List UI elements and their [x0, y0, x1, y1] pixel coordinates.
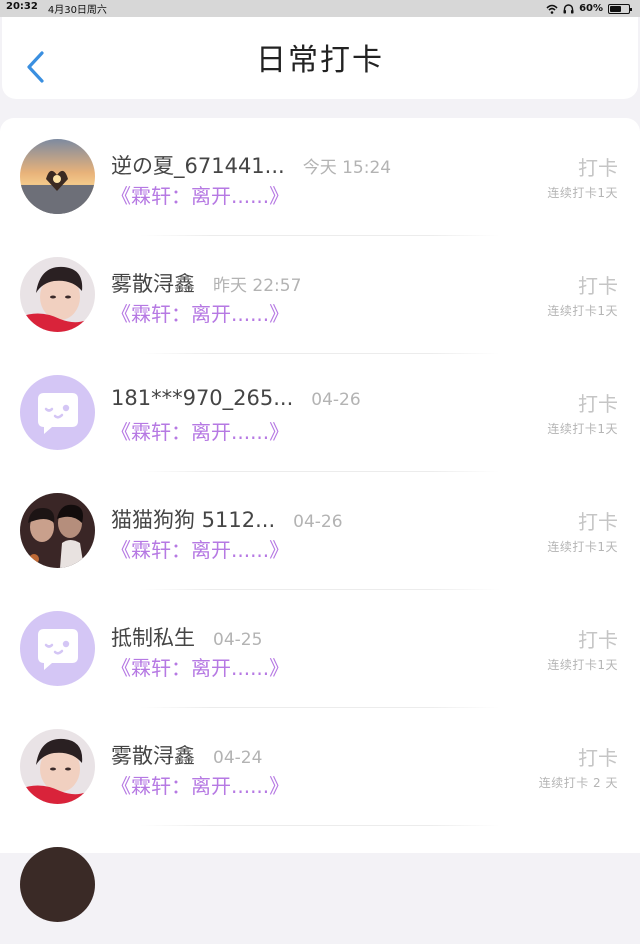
- chat-bubble-icon: [38, 629, 78, 670]
- couple-movie-photo-icon: [20, 493, 95, 568]
- streak-text: 连续打卡1天: [547, 186, 618, 200]
- checkin-button[interactable]: 打卡: [578, 152, 618, 181]
- battery-icon: [608, 3, 632, 14]
- checkin-row[interactable]: 雾散浔鑫 昨天 22:57 《霖轩：离开......》 打卡 连续打卡1天: [0, 236, 640, 354]
- header: 日常打卡: [2, 17, 638, 99]
- checkin-button[interactable]: 打卡: [578, 506, 618, 535]
- user-name[interactable]: 雾散浔鑫: [111, 740, 195, 770]
- post-time: 04-26: [311, 390, 361, 410]
- work-title[interactable]: 《霖轩：离开......》: [111, 652, 289, 681]
- avatar[interactable]: [20, 139, 95, 214]
- post-time: 04-26: [293, 512, 343, 532]
- checkin-list: 逆の夏_671441... 今天 15:24 《霖轩：离开......》 打卡 …: [0, 118, 640, 922]
- avatar[interactable]: [20, 493, 95, 568]
- headphones-icon: [563, 3, 574, 13]
- user-name[interactable]: 猫猫狗狗 5112...: [111, 504, 275, 534]
- checkin-row[interactable]: 猫猫狗狗 5112... 04-26 《霖轩：离开......》 打卡 连续打卡…: [0, 472, 640, 590]
- avatar[interactable]: [20, 611, 95, 686]
- post-time: 昨天 22:57: [213, 276, 302, 296]
- sunset-heart-photo-icon: [20, 139, 95, 214]
- chat-bubble-icon: [38, 393, 78, 434]
- battery-percent: 60%: [579, 3, 603, 14]
- avatar[interactable]: [20, 375, 95, 450]
- name-line: 雾散浔鑫 昨天 22:57: [111, 268, 301, 298]
- battery-fill: [610, 5, 621, 12]
- status-time: 20:32: [6, 1, 38, 12]
- wifi-icon: [546, 4, 558, 14]
- work-title[interactable]: 《霖轩：离开......》: [111, 770, 289, 799]
- avatar[interactable]: [20, 257, 95, 332]
- post-time: 04-24: [213, 748, 263, 768]
- streak-text: 连续打卡1天: [547, 422, 618, 436]
- name-line: 逆の夏_671441... 今天 15:24: [111, 150, 391, 180]
- post-time: 04-25: [213, 630, 263, 650]
- status-left: 20:32 4月30日周六: [6, 1, 107, 16]
- checkin-row[interactable]: 抵制私生 04-25 《霖轩：离开......》 打卡 连续打卡1天: [0, 590, 640, 708]
- avatar[interactable]: [20, 729, 95, 804]
- work-title[interactable]: 《霖轩：离开......》: [111, 180, 289, 209]
- work-title[interactable]: 《霖轩：离开......》: [111, 298, 289, 327]
- checkin-button[interactable]: 打卡: [578, 624, 618, 653]
- checkin-row-partial: [0, 826, 640, 944]
- avatar: [20, 847, 95, 922]
- work-title[interactable]: 《霖轩：离开......》: [111, 416, 289, 445]
- user-name[interactable]: 雾散浔鑫: [111, 268, 195, 298]
- name-line: 抵制私生 04-25: [111, 622, 262, 652]
- boy-portrait-photo-icon: [20, 257, 95, 332]
- boy-portrait-photo-icon: [20, 729, 95, 804]
- status-date: 4月30日周六: [47, 5, 107, 16]
- streak-text: 连续打卡1天: [547, 304, 618, 318]
- status-bar: 20:32 4月30日周六 60%: [0, 0, 640, 17]
- user-name[interactable]: 逆の夏_671441...: [111, 150, 285, 180]
- checkin-button[interactable]: 打卡: [578, 388, 618, 417]
- user-name[interactable]: 181***970_265...: [111, 386, 293, 410]
- checkin-row[interactable]: 雾散浔鑫 04-24 《霖轩：离开......》 打卡 连续打卡 2 天: [0, 708, 640, 826]
- streak-text: 连续打卡1天: [547, 540, 618, 554]
- name-line: 猫猫狗狗 5112... 04-26: [111, 504, 343, 534]
- checkin-row[interactable]: 逆の夏_671441... 今天 15:24 《霖轩：离开......》 打卡 …: [0, 118, 640, 236]
- checkin-button[interactable]: 打卡: [578, 270, 618, 299]
- user-name[interactable]: 抵制私生: [111, 622, 195, 652]
- streak-text: 连续打卡 2 天: [538, 776, 618, 790]
- checkin-row[interactable]: 181***970_265... 04-26 《霖轩：离开......》 打卡 …: [0, 354, 640, 472]
- streak-text: 连续打卡1天: [547, 658, 618, 672]
- page-title: 日常打卡: [256, 43, 384, 78]
- work-title[interactable]: 《霖轩：离开......》: [111, 534, 289, 563]
- post-time: 今天 15:24: [302, 158, 392, 178]
- back-icon[interactable]: [24, 50, 48, 84]
- status-right: 60%: [546, 3, 632, 14]
- name-line: 雾散浔鑫 04-24: [111, 740, 262, 770]
- checkin-button[interactable]: 打卡: [578, 742, 618, 771]
- name-line: 181***970_265... 04-26: [111, 386, 361, 410]
